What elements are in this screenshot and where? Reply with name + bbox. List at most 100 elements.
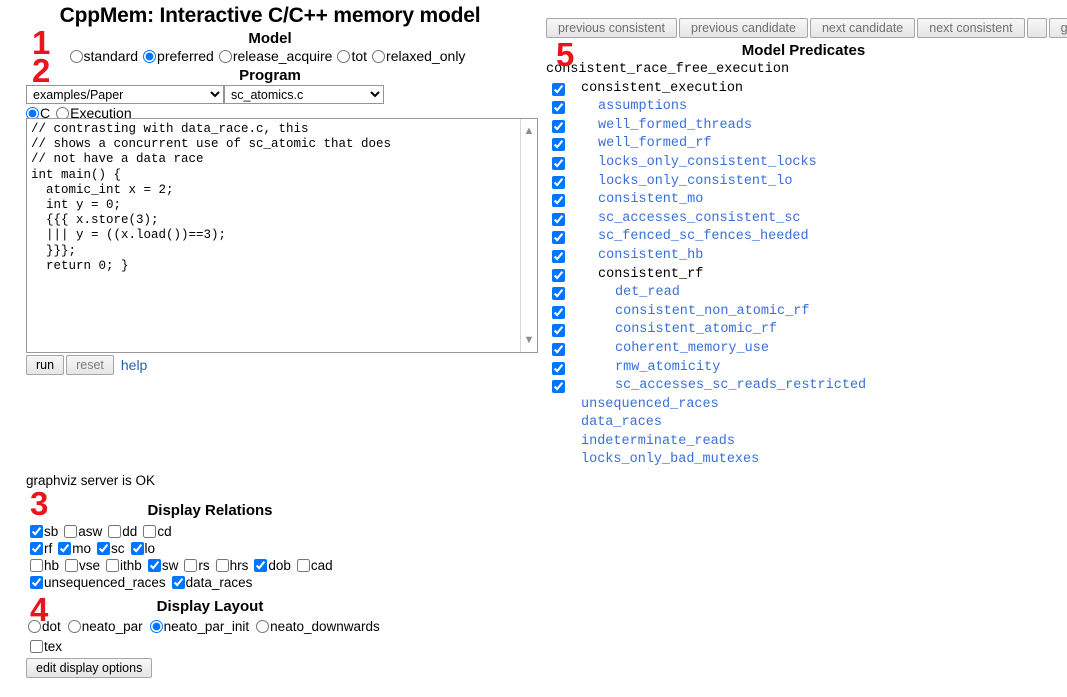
nav-button-next-candidate[interactable]: next candidate: [809, 18, 916, 38]
predicate-label-well_formed_threads[interactable]: well_formed_threads: [540, 117, 752, 136]
relation-checkbox-hrs[interactable]: [215, 559, 229, 572]
tex-checkbox-row[interactable]: tex: [0, 638, 420, 656]
relation-checkbox-sb[interactable]: [30, 525, 43, 538]
relation-option-dd[interactable]: dd: [108, 524, 137, 539]
layout-option-neato_par_init[interactable]: neato_par_init: [149, 619, 249, 634]
relation-option-data_races[interactable]: data_races: [171, 575, 252, 590]
model-radio-standard[interactable]: [69, 50, 83, 63]
relation-checkbox-sw[interactable]: [147, 559, 161, 572]
relation-option-mo[interactable]: mo: [58, 541, 91, 556]
reset-button[interactable]: reset: [66, 355, 114, 375]
example-directory-select[interactable]: examples/Paper: [26, 85, 224, 105]
relation-checkbox-hb[interactable]: [30, 559, 43, 572]
relation-checkbox-rf[interactable]: [30, 542, 43, 555]
code-scrollbar[interactable]: ▲ ▼: [520, 119, 537, 352]
model-option-relaxed_only[interactable]: relaxed_only: [372, 48, 465, 64]
relation-option-cd[interactable]: cd: [143, 524, 172, 539]
predicate-checkbox-consistent_non_atomic_rf[interactable]: [552, 305, 565, 319]
program-code-editor[interactable]: // contrasting with data_race.c, this //…: [26, 118, 538, 353]
predicate-checkbox-sc_accesses_consistent_sc[interactable]: [552, 212, 565, 226]
layout-radio-dot[interactable]: [28, 620, 41, 633]
relation-checkbox-unsequenced_races[interactable]: [30, 576, 43, 589]
predicate-label-consistent_atomic_rf[interactable]: consistent_atomic_rf: [540, 321, 777, 340]
model-option-standard[interactable]: standard: [69, 48, 138, 64]
predicate-label-sc_accesses_sc_reads_restricted[interactable]: sc_accesses_sc_reads_restricted: [540, 377, 866, 396]
model-radio-release_acquire[interactable]: [218, 50, 232, 63]
relation-option-cad[interactable]: cad: [296, 558, 333, 573]
help-link[interactable]: help: [121, 357, 147, 373]
layout-option-neato_par[interactable]: neato_par: [67, 619, 143, 634]
layout-radio-neato_downwards[interactable]: [256, 620, 270, 633]
relation-checkbox-mo[interactable]: [58, 542, 72, 555]
predicate-checkbox-rmw_atomicity[interactable]: [552, 361, 565, 375]
relation-option-hrs[interactable]: hrs: [215, 558, 248, 573]
layout-option-neato_downwards[interactable]: neato_downwards: [256, 619, 380, 634]
relation-option-hb[interactable]: hb: [30, 558, 59, 573]
predicate-checkbox-locks_only_consistent_locks[interactable]: [552, 156, 565, 170]
layout-radio-neato_par_init[interactable]: [149, 620, 163, 633]
predicate-label-locks_only_consistent_locks[interactable]: locks_only_consistent_locks: [540, 154, 817, 173]
relation-option-asw[interactable]: asw: [64, 524, 102, 539]
predicate-label-data_races[interactable]: data_races: [540, 414, 662, 433]
nav-button-next-consistent[interactable]: next consistent: [917, 18, 1025, 38]
model-option-release_acquire[interactable]: release_acquire: [218, 48, 332, 64]
run-button[interactable]: run: [26, 355, 65, 375]
predicate-checkbox-consistent_mo[interactable]: [552, 194, 565, 208]
model-option-tot[interactable]: tot: [337, 48, 367, 64]
relation-checkbox-dd[interactable]: [108, 525, 122, 538]
predicate-checkbox-assumptions[interactable]: [552, 101, 565, 115]
relation-option-ithb[interactable]: ithb: [106, 558, 142, 573]
relation-option-lo[interactable]: lo: [130, 541, 155, 556]
predicate-label-locks_only_consistent_lo[interactable]: locks_only_consistent_lo: [540, 173, 792, 192]
relation-checkbox-dob[interactable]: [254, 559, 268, 572]
predicate-label-consistent_non_atomic_rf[interactable]: consistent_non_atomic_rf: [540, 303, 809, 322]
predicate-checkbox-locks_only_consistent_lo[interactable]: [552, 175, 565, 189]
predicate-checkbox-consistent_hb[interactable]: [552, 249, 565, 263]
relation-option-sb[interactable]: sb: [30, 524, 58, 539]
layout-option-dot[interactable]: dot: [28, 619, 61, 634]
relation-checkbox-cad[interactable]: [296, 559, 310, 572]
program-code-text[interactable]: // contrasting with data_race.c, this //…: [27, 119, 520, 352]
nav-button-goto[interactable]: goto: [1048, 18, 1067, 38]
predicate-checkbox-consistent_rf[interactable]: [552, 268, 565, 282]
display-relations-checkbox-group[interactable]: sb asw dd cd rf mo sc lo hb vse ithb sw rs hrs dob cad u…: [0, 523, 420, 591]
tex-checkbox[interactable]: [30, 640, 43, 653]
relation-checkbox-vse[interactable]: [65, 559, 79, 572]
relation-checkbox-cd[interactable]: [143, 525, 157, 538]
predicate-label-sc_fenced_sc_fences_heeded[interactable]: sc_fenced_sc_fences_heeded: [540, 228, 809, 247]
predicate-checkbox-sc_accesses_sc_reads_restricted[interactable]: [552, 380, 565, 394]
predicate-label-consistent_execution[interactable]: consistent_execution: [540, 80, 743, 99]
edit-display-options-button[interactable]: edit display options: [26, 658, 153, 678]
relation-option-unsequenced_races[interactable]: unsequenced_races: [30, 575, 166, 590]
relation-option-rs[interactable]: rs: [184, 558, 210, 573]
relation-checkbox-sc[interactable]: [97, 542, 111, 555]
predicate-label-locks_only_bad_mutexes[interactable]: locks_only_bad_mutexes: [540, 451, 759, 470]
relation-checkbox-lo[interactable]: [130, 542, 144, 555]
example-file-select[interactable]: sc_atomics.c: [224, 85, 384, 105]
predicate-checkbox-sc_fenced_sc_fences_heeded[interactable]: [552, 231, 565, 245]
predicate-checkbox-det_read[interactable]: [552, 287, 565, 301]
predicate-checkbox-well_formed_rf[interactable]: [552, 138, 565, 152]
model-option-preferred[interactable]: preferred: [143, 48, 214, 64]
model-radio-tot[interactable]: [337, 50, 351, 63]
layout-radio-neato_par[interactable]: [67, 620, 81, 633]
predicate-label-rmw_atomicity[interactable]: rmw_atomicity: [540, 359, 720, 378]
relation-checkbox-rs[interactable]: [184, 559, 198, 572]
display-layout-radio-group[interactable]: dot neato_par neato_par_init neato_downward…: [0, 618, 420, 635]
tex-option[interactable]: tex: [30, 639, 62, 654]
chevron-down-icon[interactable]: ▼: [521, 332, 537, 348]
relation-checkbox-data_races[interactable]: [171, 576, 185, 589]
nav-button-previous-consistent[interactable]: previous consistent: [546, 18, 678, 38]
predicate-label-unsequenced_races[interactable]: unsequenced_races: [540, 396, 719, 415]
relation-option-vse[interactable]: vse: [65, 558, 100, 573]
relation-option-sc[interactable]: sc: [97, 541, 125, 556]
nav-button-blank[interactable]: [1026, 18, 1047, 38]
predicate-checkbox-coherent_memory_use[interactable]: [552, 342, 565, 356]
relation-option-dob[interactable]: dob: [254, 558, 291, 573]
predicate-label-coherent_memory_use[interactable]: coherent_memory_use: [540, 340, 769, 359]
relation-option-rf[interactable]: rf: [30, 541, 52, 556]
predicate-label-indeterminate_reads[interactable]: indeterminate_reads: [540, 433, 735, 452]
model-radio-preferred[interactable]: [143, 50, 157, 63]
nav-button-previous-candidate[interactable]: previous candidate: [679, 18, 808, 38]
predicate-checkbox-consistent_execution[interactable]: [552, 82, 565, 96]
